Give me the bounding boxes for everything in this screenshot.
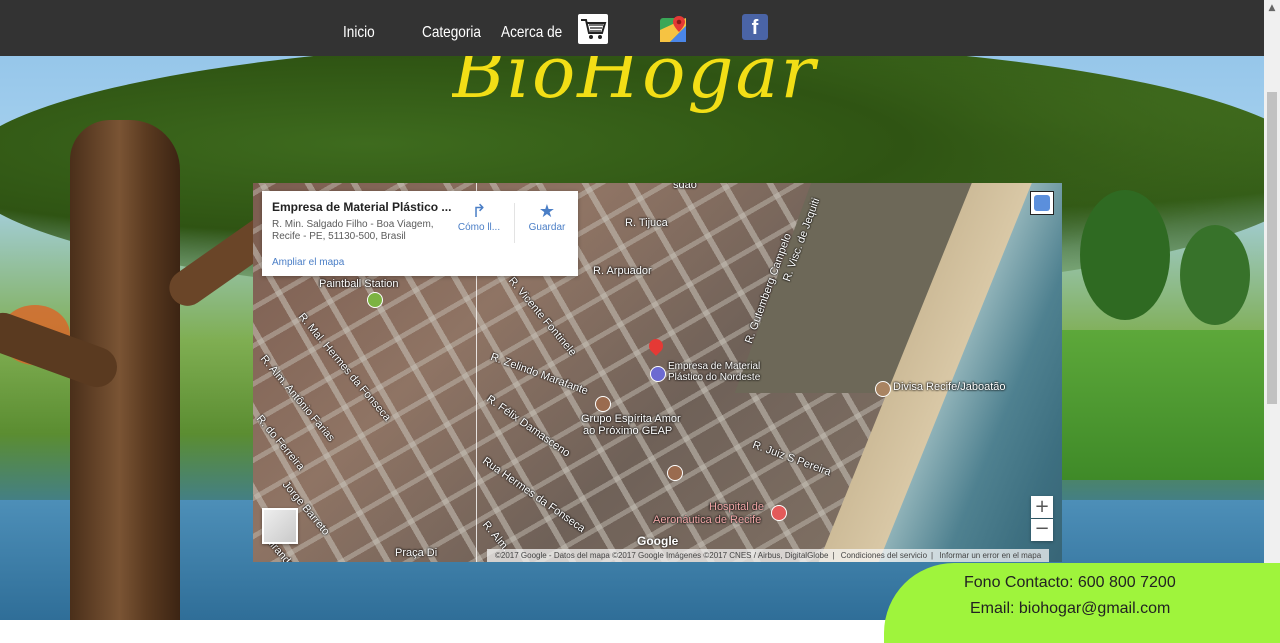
map-label: Praça Di xyxy=(395,547,438,559)
hospital-poi-icon[interactable] xyxy=(771,505,787,521)
map-data-credit: ©2017 Google - Datos del mapa ©2017 Goog… xyxy=(495,551,829,560)
place-address: R. Min. Salgado Filho - Boa Viagem, Reci… xyxy=(272,219,434,242)
map-label: Grupo Espírita Amor xyxy=(581,413,681,425)
map-label: ao Próximo GEAP xyxy=(583,425,673,437)
cart-icon[interactable] xyxy=(578,14,608,44)
contact-email: Email: biohogar@gmail.com xyxy=(970,600,1171,617)
contact-panel: Fono Contacto: 600 800 7200 Email: bioho… xyxy=(884,563,1280,643)
map-business-label: Empresa de Material xyxy=(668,361,761,372)
place-name: Empresa de Material Plástico ... xyxy=(272,200,452,214)
top-navbar: Inicio Categoria Acerca de f xyxy=(0,0,1264,56)
page-scrollbar[interactable]: ▲ ▼ xyxy=(1264,0,1280,620)
terms-of-service-link[interactable]: Condiciones del servicio xyxy=(841,551,927,560)
nav-link-inicio[interactable]: Inicio xyxy=(343,24,375,42)
report-error-link[interactable]: Informar un error en el mapa xyxy=(939,551,1041,560)
card-divider xyxy=(514,203,515,243)
place-info-card: Empresa de Material Plástico ... R. Min.… xyxy=(262,191,578,276)
distant-tree xyxy=(1180,225,1250,325)
save-label: Guardar xyxy=(528,222,566,233)
nav-link-acerca-de[interactable]: Acerca de xyxy=(501,24,562,42)
park-poi-icon[interactable] xyxy=(367,292,383,308)
directions-icon: ↱ xyxy=(471,201,487,221)
map-label: sdão xyxy=(673,183,697,191)
map-hospital-label: Aeronáutica de Recife xyxy=(653,514,762,526)
google-maps-icon[interactable] xyxy=(660,16,686,44)
google-logo: Google xyxy=(637,534,679,548)
grass-field xyxy=(1060,330,1280,480)
enlarge-map-link[interactable]: Ampliar el mapa xyxy=(272,257,344,268)
zoom-out-button[interactable]: − xyxy=(1031,519,1053,541)
embedded-google-map[interactable]: Paintball Station R. Tijuca R. Arpuador … xyxy=(253,183,1062,562)
landmark-poi-icon[interactable] xyxy=(875,381,891,397)
directions-label: Cómo ll... xyxy=(457,222,501,233)
zoom-in-button[interactable]: + xyxy=(1031,496,1053,518)
map-label: R. Tijuca xyxy=(625,217,668,229)
scrollbar-thumb[interactable] xyxy=(1267,92,1277,404)
star-icon: ★ xyxy=(538,201,556,221)
map-label: R. Arpuador xyxy=(593,265,652,277)
street-view-pegman-icon[interactable] xyxy=(1030,191,1054,215)
map-label: Paintball Station xyxy=(319,278,399,290)
map-layer-toggle[interactable] xyxy=(262,508,298,544)
map-attribution-bar: ©2017 Google - Datos del mapa ©2017 Goog… xyxy=(487,549,1050,562)
map-label: Divisa Recife/Jaboatão xyxy=(893,381,1006,393)
worship-poi-icon[interactable] xyxy=(595,396,611,412)
map-business-label: Plástico do Nordeste xyxy=(668,372,761,383)
map-hospital-label: Hospital de xyxy=(709,501,765,513)
business-poi-icon[interactable] xyxy=(650,366,666,382)
facebook-icon[interactable]: f xyxy=(742,14,768,40)
worship-poi-icon[interactable] xyxy=(667,465,683,481)
nav-link-categoria[interactable]: Categoria xyxy=(422,24,481,42)
contact-phone: Fono Contacto: 600 800 7200 xyxy=(964,574,1176,591)
directions-button[interactable]: ↱ Cómo ll... xyxy=(456,201,502,233)
distant-tree xyxy=(1080,190,1170,320)
scroll-up-arrow-icon[interactable]: ▲ xyxy=(1264,0,1280,16)
save-button[interactable]: ★ Guardar xyxy=(524,201,570,233)
